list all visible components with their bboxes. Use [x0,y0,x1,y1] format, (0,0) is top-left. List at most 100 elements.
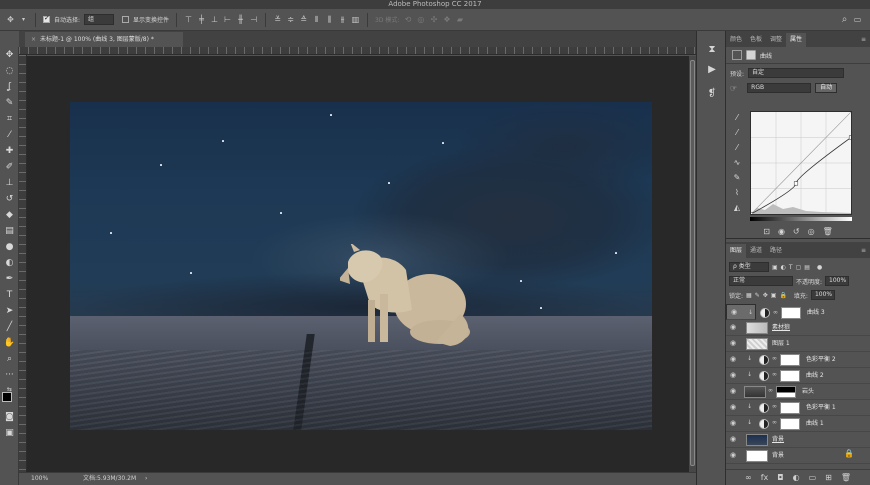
blur-icon[interactable]: ● [3,241,16,254]
blend-mode-dropdown[interactable]: 正常 [729,276,793,286]
eye-icon[interactable]: ◉ [731,308,740,317]
layer-thumb[interactable] [744,386,766,398]
fill-field[interactable]: 100% [810,290,835,300]
tab-properties[interactable]: 属性 [786,33,807,47]
healing-brush-icon[interactable]: ✚ [3,145,16,158]
link-icon[interactable]: ∞ [772,419,777,426]
more-tools-icon[interactable]: ··· [3,369,16,382]
eraser-icon[interactable]: ◆ [3,209,16,222]
layer-name[interactable]: 曲线 1 [806,416,824,432]
adjustment-thumb[interactable] [759,419,769,429]
vertical-scrollbar[interactable] [689,56,696,472]
layer-row[interactable]: ◉ ↓ ∞ 曲线 3 [726,304,825,320]
layer-row[interactable]: ◉ ↓ ∞ 色彩平衡 2 [726,352,870,368]
link-icon[interactable]: ∞ [773,308,778,317]
curve-smooth-icon[interactable]: ⌇ [730,186,744,199]
zoom-icon[interactable]: ⌕ [3,353,16,366]
link-icon[interactable]: ∞ [768,387,773,394]
lock-position-icon[interactable]: ✥ [763,292,768,299]
sample-gray-icon[interactable]: ⁄ [730,126,744,139]
layer-row[interactable]: ◉ 背景 🔒 [726,448,870,464]
workspace-icon[interactable]: ▭ [853,15,862,24]
fx-icon[interactable]: fx [761,473,769,482]
adjustment-thumb[interactable] [759,403,769,413]
lock-transparent-icon[interactable]: ▦ [746,292,752,299]
layer-name[interactable]: 背景 [772,432,784,448]
adjustment-thumb[interactable] [759,355,769,365]
actions-play-icon[interactable]: ▶ [705,63,719,77]
zoom-level[interactable]: 100% [31,473,48,485]
screen-mode-icon[interactable]: ▣ [3,427,16,440]
layer-row[interactable]: ◉ 素材狼 [726,320,870,336]
opacity-field[interactable]: 100% [825,276,850,286]
eyedropper-icon[interactable]: ⁄ [3,129,16,142]
layer-thumb[interactable] [746,450,768,462]
quick-mask-icon[interactable]: ◙ [3,411,16,424]
layer-name[interactable]: 色彩平衡 2 [806,352,836,368]
brush-icon[interactable]: ✐ [3,161,16,174]
tab-paths[interactable]: 路径 [766,244,786,258]
add-mask-icon[interactable]: ◘ [777,473,783,482]
reset-icon[interactable]: ↺ [793,227,800,236]
link-icon[interactable]: ∞ [772,371,777,378]
eye-icon[interactable]: ◉ [730,371,739,380]
preset-dropdown[interactable]: 自定 [748,68,845,78]
hand-icon[interactable]: ✋ [3,337,16,350]
tab-adjustments[interactable]: 调整 [766,33,786,47]
eye-icon[interactable]: ◉ [730,339,739,348]
link-icon[interactable]: ∞ [772,355,777,362]
3d-scale-icon[interactable]: ▰ [455,15,464,24]
align-vcenter-icon[interactable]: ╪ [197,15,206,24]
3d-pan-icon[interactable]: ✣ [429,15,438,24]
new-group-icon[interactable]: ▭ [809,473,817,482]
curve-point[interactable] [848,135,854,140]
layer-name[interactable]: 背景 [772,448,784,464]
eye-icon[interactable]: ◉ [730,435,739,444]
tab-channels[interactable]: 通道 [746,244,766,258]
layer-row[interactable]: ◉ ↓ ∞ 曲线 2 [726,368,870,384]
visibility-icon[interactable]: ◎ [808,227,815,236]
layer-name[interactable]: 岩头 [802,384,814,400]
move-icon[interactable]: ✥ [3,49,16,62]
mask-icon[interactable] [746,50,756,60]
curves-grid-svg[interactable] [748,111,854,217]
layer-row[interactable]: ◉ ∞ 岩头 [726,384,870,400]
status-arrow-icon[interactable]: › [145,473,147,485]
distribute-hcenter-icon[interactable]: ⫼ [325,15,334,24]
align-top-icon[interactable]: ⊤ [184,15,193,24]
mask-thumb[interactable] [780,418,800,430]
mask-thumb[interactable] [780,402,800,414]
type-icon[interactable]: T [3,289,16,302]
layer-row[interactable]: ◉ 背景 [726,432,870,448]
eye-icon[interactable]: ◉ [730,451,739,460]
tab-layers[interactable]: 图层 [726,244,747,258]
filter-smart-icon[interactable]: ▤ [804,264,810,271]
paragraph-panel-icon[interactable]: ❡ [705,87,719,101]
document-tab[interactable]: × 未标题-1 @ 100% (曲线 3, 图层蒙版/8) * [25,32,183,47]
pen-icon[interactable]: ✒ [3,273,16,286]
eye-icon[interactable]: ◉ [730,387,739,396]
layers-menu-icon[interactable]: ≡ [861,244,870,258]
marquee-icon[interactable]: ◌ [3,65,16,78]
eye-icon[interactable]: ◉ [730,355,739,364]
auto-select-dropdown[interactable]: 组 [84,14,115,25]
layer-row[interactable]: ◉ 图层 1 [726,336,870,352]
layer-thumb[interactable] [746,322,768,334]
auto-button[interactable]: 自动 [815,83,838,93]
distribute-bottom-icon[interactable]: ≙ [299,15,308,24]
view-previous-icon[interactable]: ◉ [778,227,785,236]
channel-dropdown[interactable]: RGB [747,83,812,93]
eye-icon[interactable]: ◉ [730,403,739,412]
mask-thumb[interactable] [781,307,801,319]
3d-slide-icon[interactable]: ❖ [442,15,451,24]
show-transform-checkbox[interactable] [122,16,130,23]
align-left-icon[interactable]: ⊢ [223,15,232,24]
filter-kind-dropdown[interactable]: ρ 类型 [729,262,769,272]
curve-point[interactable] [748,211,754,217]
layer-name[interactable]: 色彩平衡 1 [806,400,836,416]
target-adjust-icon[interactable]: ☞ [730,84,737,93]
distribute-vcenter-icon[interactable]: ≑ [286,15,295,24]
filter-shape-icon[interactable]: ▢ [796,264,802,271]
scrollbar-thumb[interactable] [690,60,695,466]
horizontal-ruler[interactable] [19,47,696,55]
